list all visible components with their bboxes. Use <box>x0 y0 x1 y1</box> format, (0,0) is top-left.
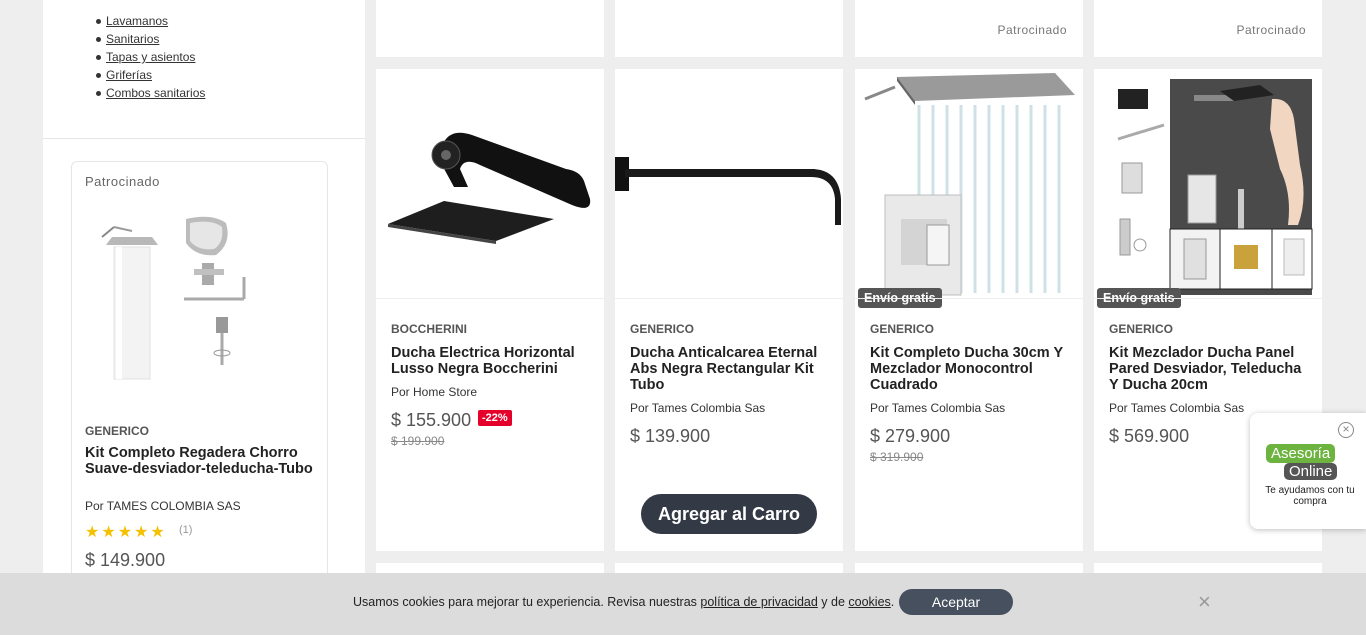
sidebar-divider <box>43 138 365 139</box>
close-icon[interactable]: × <box>1198 591 1211 613</box>
accept-cookies-button[interactable]: Aceptar <box>899 589 1013 615</box>
product-brand: GENERICO <box>630 322 695 336</box>
product-card[interactable] <box>855 563 1083 573</box>
product-brand: BOCCHERINI <box>391 322 468 336</box>
category-link-lavamanos[interactable]: Lavamanos <box>106 14 168 28</box>
chat-logo-text: Asesoría <box>1266 444 1336 463</box>
product-card[interactable] <box>615 563 843 573</box>
privacy-policy-link[interactable]: política de privacidad <box>700 595 817 609</box>
category-item[interactable]: Lavamanos <box>96 12 365 30</box>
product-price: $ 569.900 <box>1109 426 1190 446</box>
product-image[interactable] <box>84 207 274 382</box>
category-link-sanitarios[interactable]: Sanitarios <box>106 32 159 46</box>
product-brand: GENERICO <box>870 322 935 336</box>
product-card-top[interactable]: Patrocinado <box>855 0 1083 57</box>
product-card[interactable] <box>1094 563 1322 573</box>
category-list: Lavamanos Sanitarios Tapas y asientos Gr… <box>43 0 365 102</box>
product-seller: Por Home Store <box>391 385 478 399</box>
product-price: $ 149.900 <box>85 550 166 570</box>
product-price: $ 279.900 <box>870 426 951 446</box>
product-card[interactable]: GENERICO Ducha Anticalcarea Eternal Abs … <box>615 69 843 551</box>
sponsored-label: Patrocinado <box>997 23 1067 37</box>
product-image[interactable] <box>1094 69 1322 298</box>
old-price: $ 199.900 <box>391 434 445 448</box>
product-title[interactable]: Ducha Anticalcarea Eternal Abs Negra Rec… <box>630 345 830 393</box>
category-item[interactable]: Combos sanitarios <box>96 84 365 102</box>
old-price: $ 319.900 <box>870 450 924 464</box>
product-seller: Por Tames Colombia Sas <box>630 401 766 415</box>
product-image[interactable] <box>855 69 1083 298</box>
cookie-text: Usamos cookies para mejorar tu experienc… <box>353 595 701 609</box>
category-item[interactable]: Tapas y asientos <box>96 48 365 66</box>
product-card[interactable]: BOCCHERINI Ducha Electrica Horizontal Lu… <box>376 69 604 551</box>
cookie-text: y de <box>817 595 849 609</box>
sponsored-label: Patrocinado <box>85 174 160 189</box>
sponsored-label: Patrocinado <box>1236 23 1306 37</box>
category-link-griferias[interactable]: Griferías <box>106 68 152 82</box>
card-separator <box>376 298 604 299</box>
review-count: (1) <box>179 524 193 536</box>
product-card-top[interactable] <box>615 0 843 57</box>
product-seller: Por Tames Colombia Sas <box>1109 401 1245 415</box>
sponsored-product-card[interactable]: Patrocinado GENERICO Kit Completo Regade… <box>71 161 328 601</box>
product-seller: Por TAMES COLOMBIA SAS <box>85 499 241 513</box>
product-image[interactable] <box>615 69 843 298</box>
product-brand: GENERICO <box>1109 322 1174 336</box>
online-advice-widget[interactable]: × Asesoría Online Te ayudamos con tu com… <box>1250 413 1366 529</box>
category-link-tapas[interactable]: Tapas y asientos <box>106 50 195 64</box>
sidebar: Lavamanos Sanitarios Tapas y asientos Gr… <box>43 0 365 635</box>
product-title[interactable]: Ducha Electrica Horizontal Lusso Negra B… <box>391 345 591 377</box>
cookie-banner: Usamos cookies para mejorar tu experienc… <box>0 573 1366 635</box>
product-title[interactable]: Kit Mezclador Ducha Panel Pared Desviado… <box>1109 345 1309 393</box>
product-title[interactable]: Kit Completo Ducha 30cm Y Mezclador Mono… <box>870 345 1070 393</box>
add-to-cart-button[interactable]: Agregar al Carro <box>641 494 817 534</box>
product-card[interactable]: Envío gratis GENERICO Kit Completo Ducha… <box>855 69 1083 551</box>
rating-stars: ★★★★★ <box>85 524 167 541</box>
product-card-top[interactable]: Patrocinado <box>1094 0 1322 57</box>
category-item[interactable]: Sanitarios <box>96 30 365 48</box>
chat-logo-text: Online <box>1284 463 1338 480</box>
cookie-message: Usamos cookies para mejorar tu experienc… <box>353 595 894 609</box>
category-link-combos[interactable]: Combos sanitarios <box>106 86 205 100</box>
product-price: $ 139.900 <box>630 426 711 446</box>
close-icon[interactable]: × <box>1338 422 1354 438</box>
cookies-link[interactable]: cookies <box>848 595 890 609</box>
card-separator <box>1094 298 1322 299</box>
product-image[interactable] <box>376 69 604 298</box>
product-price: $ 155.900 <box>391 410 472 430</box>
cookie-text: . <box>890 595 895 609</box>
product-seller: Por Tames Colombia Sas <box>870 401 1006 415</box>
discount-badge: -22% <box>478 410 512 426</box>
product-brand: GENERICO <box>85 424 150 438</box>
product-title[interactable]: Kit Completo Regadera Chorro Suave-desvi… <box>85 445 315 477</box>
card-separator <box>855 298 1083 299</box>
chat-subtitle: Te ayudamos con tu compra <box>1265 485 1355 507</box>
category-item[interactable]: Griferías <box>96 66 365 84</box>
product-card[interactable] <box>376 563 604 573</box>
card-separator <box>615 298 843 299</box>
product-card-top[interactable] <box>376 0 604 57</box>
